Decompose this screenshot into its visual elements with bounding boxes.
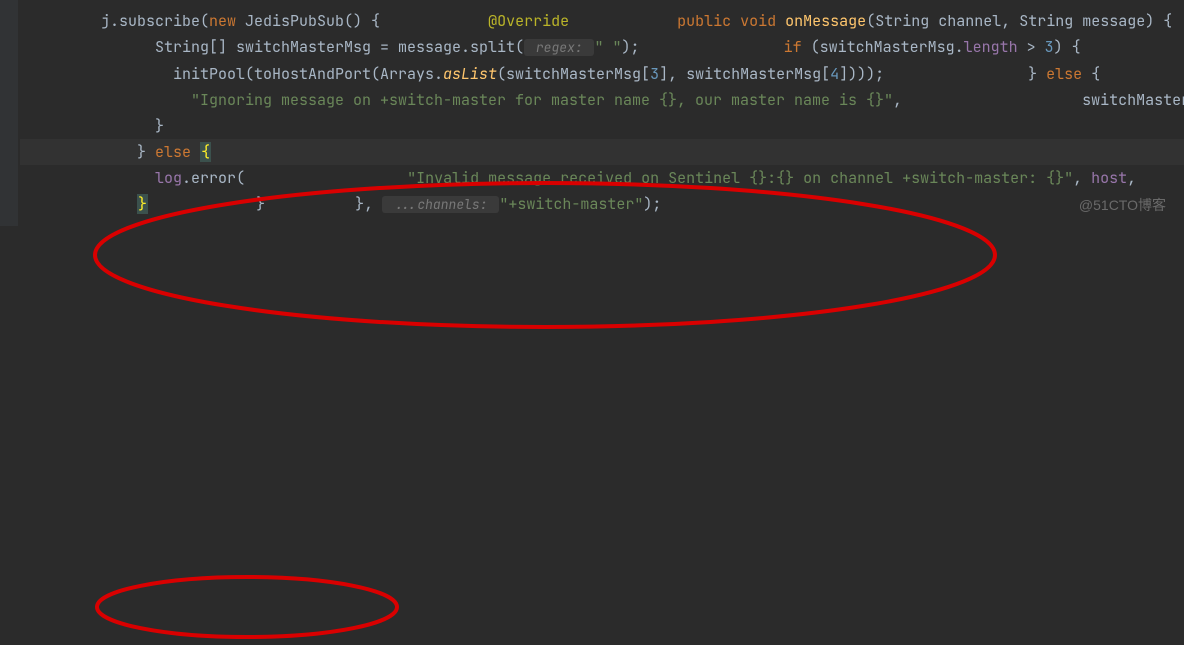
code-line: switchMasterMsg[0], masterName); <box>911 90 1184 110</box>
code-line: } else { <box>893 64 1100 84</box>
code-line: } <box>20 116 164 136</box>
code-line: port, message); <box>1145 168 1184 188</box>
code-line-current: } else { <box>20 139 1184 165</box>
gutter <box>0 0 18 226</box>
brace-match: } <box>137 194 148 214</box>
brace-match: { <box>200 142 211 162</box>
code-line <box>173 116 182 136</box>
code-line: } <box>157 194 265 214</box>
code-line <box>1090 37 1099 57</box>
parameter-hint: ...channels: <box>382 196 499 213</box>
code-line: "Invalid message received on Sentinel {}… <box>254 168 1136 188</box>
code-line: if (masterName.equals(switchMasterMsg[0]… <box>1108 37 1184 57</box>
code-line: public void onMessage(String channel, St… <box>578 11 1172 31</box>
code-line: initPool(toHostAndPort(Arrays.asList(swi… <box>20 64 884 84</box>
code-line: log.debug( <box>1109 64 1184 84</box>
code-line: log.error( <box>20 168 245 188</box>
code-editor[interactable]: j.subscribe(new JedisPubSub() { @Overrid… <box>0 0 1184 226</box>
parameter-hint: regex: <box>524 39 594 56</box>
code-line: "Ignoring message on +switch-master for … <box>20 90 902 110</box>
code-line <box>649 37 658 57</box>
code-line: }, ...channels: "+switch-master"); <box>274 194 661 214</box>
code-line: String[] switchMasterMsg = message.split… <box>38 37 639 57</box>
code-line: j.subscribe(new JedisPubSub() { <box>20 11 380 31</box>
code-line: if (switchMasterMsg.length > 3) { <box>667 37 1081 57</box>
watermark: @51CTO博客 <box>1079 192 1166 218</box>
annotation-ellipse-bottom <box>97 577 397 637</box>
code-line: @Override <box>389 11 569 31</box>
code-line <box>20 37 29 57</box>
code-line: } <box>20 194 148 214</box>
